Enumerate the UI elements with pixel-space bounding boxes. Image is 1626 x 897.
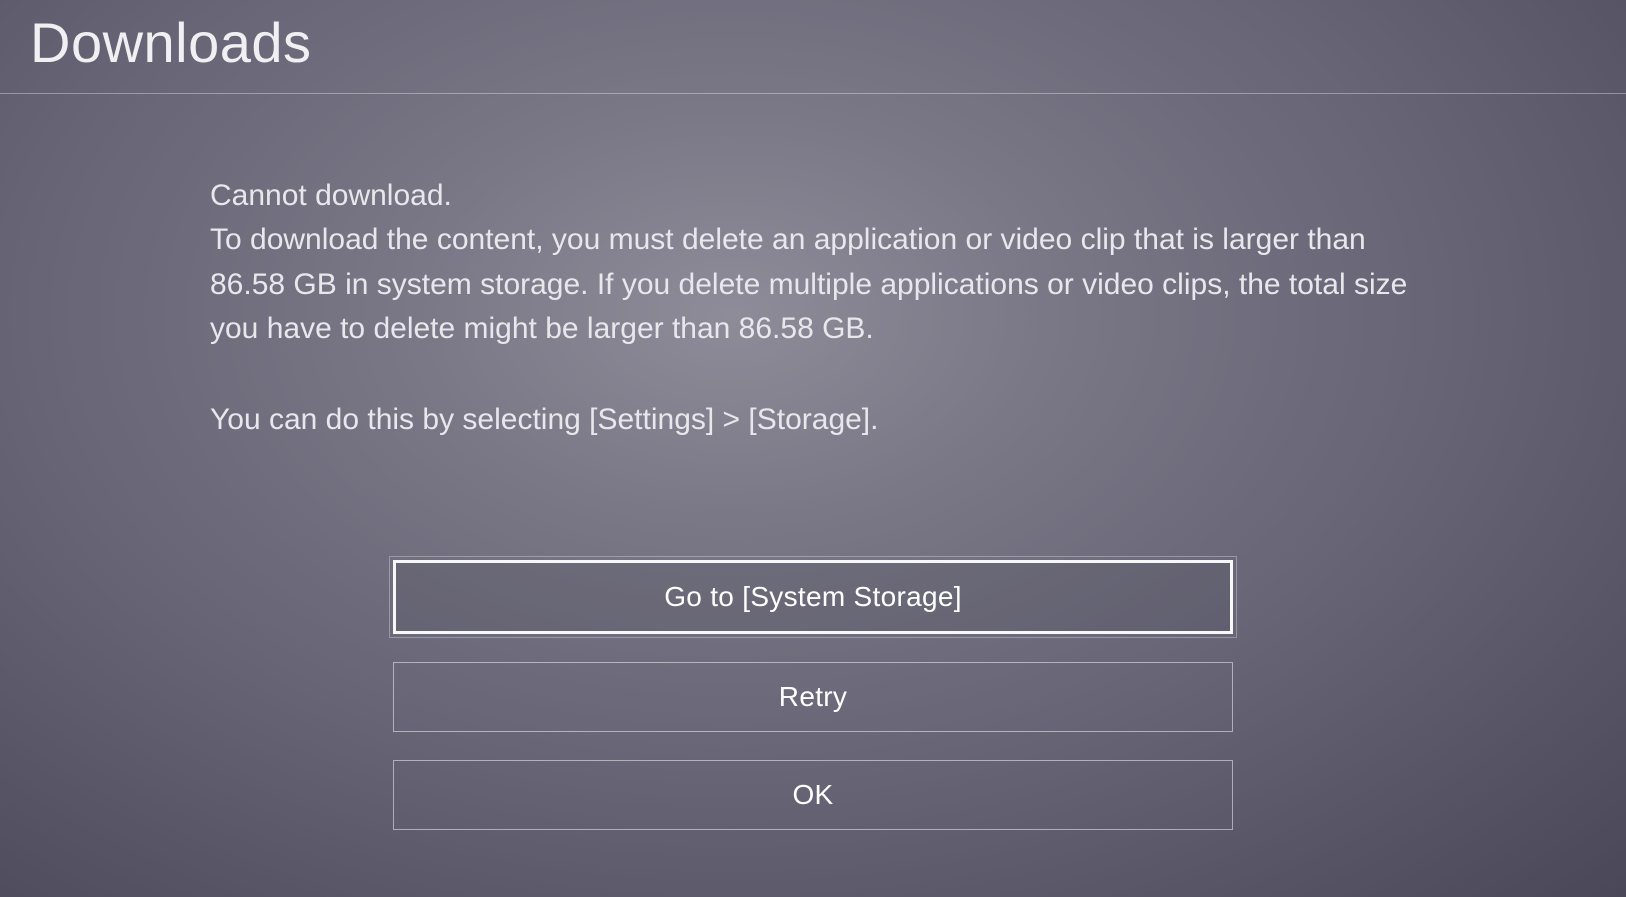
retry-button[interactable]: Retry — [393, 662, 1233, 732]
content-area: Cannot download. To download the content… — [0, 94, 1626, 442]
page-title: Downloads — [30, 10, 1596, 75]
go-to-system-storage-button[interactable]: Go to [System Storage] — [393, 560, 1233, 634]
ok-button[interactable]: OK — [393, 760, 1233, 830]
header: Downloads — [0, 0, 1626, 93]
error-message: Cannot download. To download the content… — [210, 174, 1416, 352]
button-container: Go to [System Storage] Retry OK — [393, 560, 1233, 830]
error-body: To download the content, you must delete… — [210, 218, 1416, 351]
instruction-text: You can do this by selecting [Settings] … — [210, 398, 1416, 442]
error-title: Cannot download. — [210, 174, 1416, 218]
